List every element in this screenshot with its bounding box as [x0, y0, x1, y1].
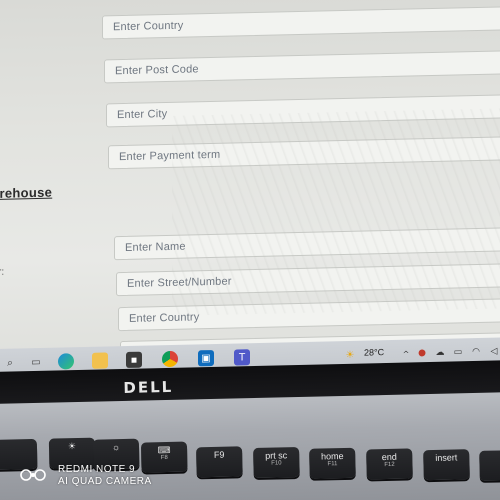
street-number-input[interactable]: Enter Street/Number [116, 263, 500, 297]
volume-icon[interactable]: ◁ [486, 343, 500, 359]
key-delete[interactable] [479, 449, 500, 481]
screen: Enter Country Enter Post Code Enter City… [0, 0, 500, 373]
key-home[interactable]: home F11 [309, 447, 356, 479]
wifi-icon[interactable]: ◠ [468, 344, 484, 360]
post-code-input[interactable]: Enter Post Code [104, 50, 500, 84]
weather-temperature: 28°C [364, 347, 385, 358]
payment-term-input[interactable]: Enter Payment term [108, 136, 500, 170]
task-view-icon[interactable]: ▭ [28, 354, 44, 370]
edge-icon[interactable] [58, 353, 74, 370]
country-input-2[interactable]: Enter Country [118, 298, 500, 332]
chrome-icon[interactable] [162, 350, 178, 368]
brand-logo: DELL [123, 377, 174, 397]
brightness-up-icon: ☼ [111, 442, 121, 453]
brightness-down-icon: ☀ [67, 441, 77, 452]
key-prt-sc[interactable]: prt sc F10 [253, 446, 300, 479]
watermark-camera: AI QUAD CAMERA [58, 475, 152, 487]
chevron-up-icon[interactable]: ^ [398, 345, 414, 361]
laptop-photo: Enter Country Enter Post Code Enter City… [0, 0, 500, 500]
keyboard-light-icon: ⌨ [157, 444, 171, 456]
weather-icon[interactable]: ☀ [342, 347, 358, 363]
city-input[interactable]: Enter City [106, 94, 500, 128]
key-end[interactable]: end F12 [366, 448, 413, 480]
section-title-warehouse: arehouse [0, 184, 53, 201]
file-explorer-icon[interactable] [92, 352, 108, 369]
onedrive-icon[interactable]: ☁ [432, 345, 448, 361]
battery-icon[interactable]: ▭ [450, 344, 466, 360]
watermark-model: REDMI NOTE 9 [58, 464, 136, 475]
camera-lens-icon [20, 469, 46, 481]
country-input[interactable]: Enter Country [102, 6, 500, 40]
outlook-icon[interactable]: ▣ [198, 350, 214, 367]
field-label: r: [0, 266, 5, 278]
name-input[interactable]: Enter Name [114, 227, 500, 261]
search-icon[interactable]: ⌕ [2, 354, 18, 370]
antivirus-icon[interactable]: ● [414, 345, 430, 361]
key-insert[interactable]: insert [423, 449, 470, 481]
store-icon[interactable]: ▪ [126, 351, 142, 369]
teams-icon[interactable]: T [234, 349, 250, 366]
key-f9[interactable]: F9 [196, 446, 243, 478]
